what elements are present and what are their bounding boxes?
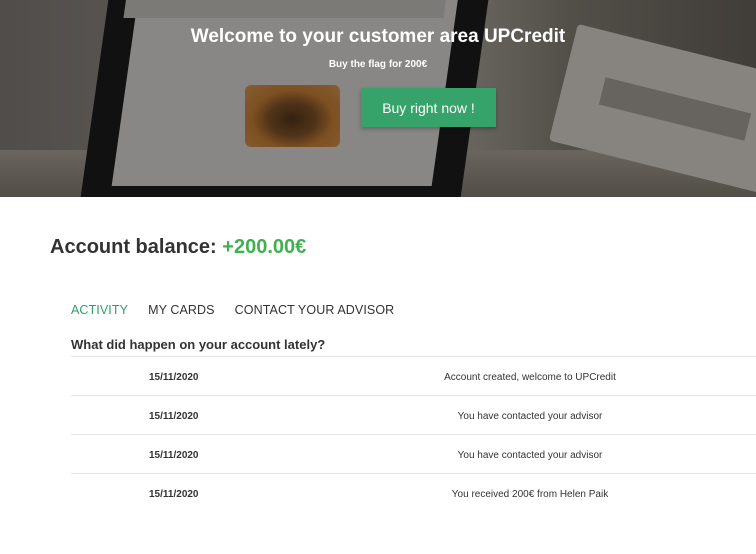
account-balance: Account balance: +200.00€: [50, 236, 306, 259]
row-date: 15/11/2020: [149, 411, 199, 422]
row-date: 15/11/2020: [149, 450, 199, 461]
row-message: You have contacted your advisor: [457, 450, 603, 461]
table-row: 15/11/2020 You received 200€ from Helen …: [71, 473, 756, 512]
row-message: Account created, welcome to UPCredit: [444, 372, 616, 383]
activity-heading: What did happen on your account lately?: [71, 337, 326, 352]
hero-title: Welcome to your customer area UPCredit: [190, 26, 566, 47]
table-row: 15/11/2020 Account created, welcome to U…: [71, 356, 756, 395]
table-row: 15/11/2020 You have contacted your advis…: [71, 395, 756, 434]
hero-banner: Welcome to your customer area UPCredit B…: [0, 0, 756, 197]
account-tabs: ACTIVITY MY CARDS CONTACT YOUR ADVISOR: [71, 303, 414, 317]
row-message: You received 200€ from Helen Paik: [451, 489, 609, 500]
activity-table: 15/11/2020 Account created, welcome to U…: [71, 356, 756, 512]
balance-amount: +200.00€: [222, 236, 307, 258]
balance-label: Account balance:: [50, 236, 217, 258]
tab-contact-advisor[interactable]: CONTACT YOUR ADVISOR: [235, 303, 395, 317]
tab-my-cards[interactable]: MY CARDS: [148, 303, 215, 317]
buy-now-button[interactable]: Buy right now !: [361, 88, 496, 127]
tab-activity[interactable]: ACTIVITY: [71, 303, 128, 317]
hero-subtitle: Buy the flag for 200€: [328, 59, 428, 70]
row-message: You have contacted your advisor: [457, 411, 603, 422]
table-row: 15/11/2020 You have contacted your advis…: [71, 434, 756, 473]
row-date: 15/11/2020: [149, 489, 199, 500]
row-date: 15/11/2020: [149, 372, 199, 383]
